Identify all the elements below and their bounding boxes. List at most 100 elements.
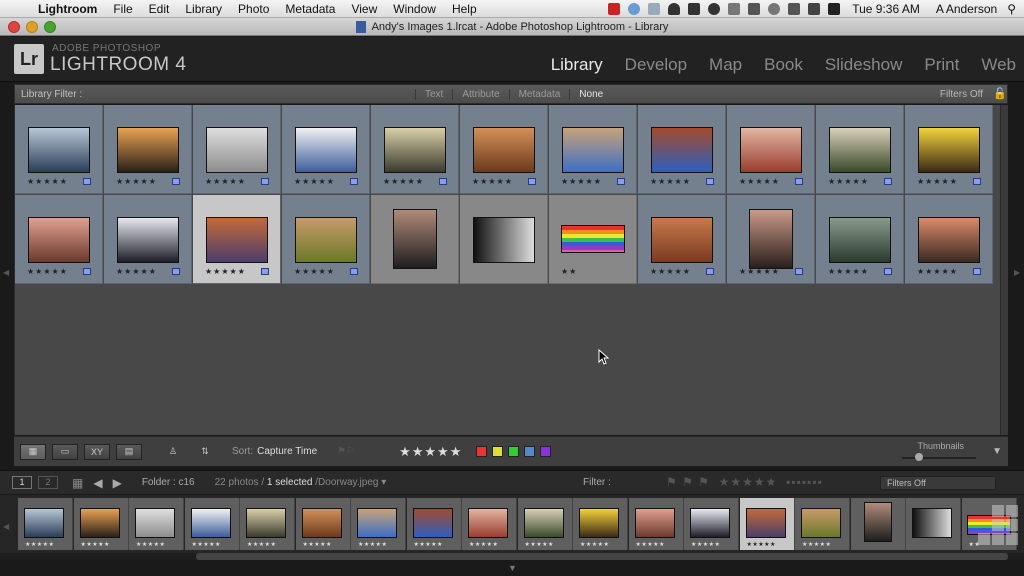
star-rating[interactable]: ★★★★★ xyxy=(294,267,335,276)
filter-tab-text[interactable]: Text xyxy=(415,88,452,100)
filmstrip-cell[interactable]: ★★★★★ xyxy=(517,498,573,550)
photo-thumbnail[interactable] xyxy=(117,127,179,173)
grid-cell[interactable]: ★★★★★ xyxy=(460,105,548,194)
bluetooth-icon[interactable] xyxy=(788,2,801,15)
metadata-badge-icon[interactable] xyxy=(528,178,536,185)
menu-photo[interactable]: Photo xyxy=(230,2,277,16)
photo-thumbnail[interactable] xyxy=(384,127,446,173)
grid-cell[interactable]: ★★★★★ xyxy=(104,195,192,284)
photo-thumbnail[interactable] xyxy=(393,209,437,269)
grid-cell[interactable]: ★★★★★ xyxy=(15,105,103,194)
filmstrip-cell[interactable]: ★★★★★ xyxy=(739,498,795,550)
menu-file[interactable]: File xyxy=(105,2,140,16)
photo-thumbnail[interactable] xyxy=(918,217,980,263)
filmstrip-thumbnail[interactable] xyxy=(412,508,453,538)
grid-scrollbar[interactable] xyxy=(1000,105,1008,435)
record-icon[interactable] xyxy=(608,2,621,15)
volume-icon[interactable] xyxy=(828,2,841,15)
filmstrip-cell[interactable]: ★★★★★ xyxy=(129,498,184,550)
module-book[interactable]: Book xyxy=(764,55,803,75)
filmstrip-cell[interactable]: ★★★★★ xyxy=(628,498,684,550)
filmstrip-thumbnail[interactable] xyxy=(246,508,286,538)
star-rating[interactable]: ★★★★★ xyxy=(561,177,602,186)
menu-window[interactable]: Window xyxy=(385,2,444,16)
sort-dropdown[interactable]: Capture Time xyxy=(257,446,317,457)
grid-cell[interactable]: ★★★★★ xyxy=(549,105,637,194)
star-rating[interactable]: ★★★★★ xyxy=(294,177,335,186)
star-rating[interactable]: ★★★★★ xyxy=(383,177,424,186)
filmstrip-thumbnail[interactable] xyxy=(863,502,892,542)
thumbnail-slider-knob[interactable] xyxy=(915,453,923,461)
menu-edit[interactable]: Edit xyxy=(141,2,178,16)
grid-cell[interactable]: ★★★★★ xyxy=(816,105,904,194)
filmstrip-cell[interactable]: ★★★★★ xyxy=(573,498,628,550)
photo-thumbnail[interactable] xyxy=(28,127,90,173)
filmstrip-cell[interactable]: ★★★★★ xyxy=(240,498,295,550)
filmstrip-thumbnail[interactable] xyxy=(801,508,841,538)
grid-cell[interactable]: ★★★★★ xyxy=(905,105,993,194)
star-rating[interactable]: ★★★★★ xyxy=(739,177,780,186)
star-rating[interactable]: ★★★★★ xyxy=(828,177,869,186)
menu-user[interactable]: A Anderson xyxy=(928,2,1005,16)
metadata-badge-icon[interactable] xyxy=(795,268,803,275)
star-rating[interactable]: ★★★★★ xyxy=(650,177,691,186)
filmstrip-cell[interactable]: ★★★★★ xyxy=(406,498,462,550)
grid-cell[interactable] xyxy=(460,195,548,284)
menu-app-name[interactable]: Lightroom xyxy=(30,2,105,16)
photo-thumbnail[interactable] xyxy=(829,217,891,263)
color-label-yellow[interactable] xyxy=(492,446,504,457)
star-rating[interactable]: ★★★★★ xyxy=(205,177,246,186)
star-rating[interactable]: ★★★★★ xyxy=(917,267,958,276)
metadata-badge-icon[interactable] xyxy=(261,268,269,275)
metadata-badge-icon[interactable] xyxy=(261,178,269,185)
metadata-badge-icon[interactable] xyxy=(172,178,180,185)
grid-cell[interactable]: ★★★★★ xyxy=(193,195,281,284)
filmstrip-cell[interactable]: ★★★★★ xyxy=(684,498,739,550)
lock-icon[interactable]: 🔓 xyxy=(993,87,1007,100)
photo-thumbnail[interactable] xyxy=(740,127,802,173)
photo-thumbnail[interactable] xyxy=(651,127,713,173)
star-rating[interactable]: ★★★★★ xyxy=(472,177,513,186)
metadata-badge-icon[interactable] xyxy=(172,268,180,275)
grid-cell[interactable] xyxy=(371,195,459,284)
back-arrow-icon[interactable]: ◀ xyxy=(93,476,102,490)
grid-cell[interactable]: ★★★★★ xyxy=(905,195,993,284)
filmstrip-thumbnail[interactable] xyxy=(24,508,64,538)
grid-cell[interactable]: ★★★★★ xyxy=(727,105,815,194)
filmstrip-filter-dropdown[interactable]: Filters Off xyxy=(880,476,996,490)
metadata-badge-icon[interactable] xyxy=(83,268,91,275)
painter-icon[interactable]: ♙ xyxy=(160,444,186,460)
metadata-badge-icon[interactable] xyxy=(350,268,358,275)
thumbnail-size-slider[interactable] xyxy=(902,457,976,459)
photo-thumbnail[interactable] xyxy=(561,225,625,253)
filmstrip-cell[interactable]: ★★★★★ xyxy=(184,498,240,550)
sort-direction-icon[interactable]: ⇅ xyxy=(192,444,218,460)
filmstrip-scroll-left-icon[interactable]: ◀ xyxy=(3,522,9,531)
metadata-badge-icon[interactable] xyxy=(795,178,803,185)
filmstrip-thumbnail[interactable] xyxy=(745,508,786,538)
grid-cell[interactable]: ★★★★★ xyxy=(282,105,370,194)
grid-cell[interactable]: ★★★★★ xyxy=(816,195,904,284)
photo-thumbnail[interactable] xyxy=(473,127,535,173)
metadata-badge-icon[interactable] xyxy=(973,178,981,185)
color-label-green[interactable] xyxy=(508,446,520,457)
star-rating[interactable]: ★★★★★ xyxy=(27,267,68,276)
color-label-red[interactable] xyxy=(476,446,488,457)
photo-thumbnail[interactable] xyxy=(295,217,357,263)
metadata-badge-icon[interactable] xyxy=(973,268,981,275)
close-window-button[interactable] xyxy=(8,21,20,33)
star-rating[interactable]: ★★★★★ xyxy=(205,267,246,276)
filmstrip-thumbnail[interactable] xyxy=(468,508,508,538)
secondary-display-button[interactable]: 2 xyxy=(38,476,58,489)
module-library[interactable]: Library xyxy=(551,55,603,75)
filmstrip-thumbnail[interactable] xyxy=(357,508,397,538)
menu-clock[interactable]: Tue 9:36 AM xyxy=(844,2,928,16)
time-machine-icon[interactable] xyxy=(728,2,741,15)
filmstrip-thumbnail[interactable] xyxy=(579,508,619,538)
filmstrip-cell[interactable]: ★★★★★ xyxy=(462,498,517,550)
network-icon[interactable] xyxy=(628,2,641,15)
filter-tab-attribute[interactable]: Attribute xyxy=(452,88,508,100)
filmstrip-cell[interactable]: ★★★★★ xyxy=(73,498,129,550)
menu-view[interactable]: View xyxy=(343,2,385,16)
grid-shortcut-icon[interactable]: ▦ xyxy=(72,476,83,490)
